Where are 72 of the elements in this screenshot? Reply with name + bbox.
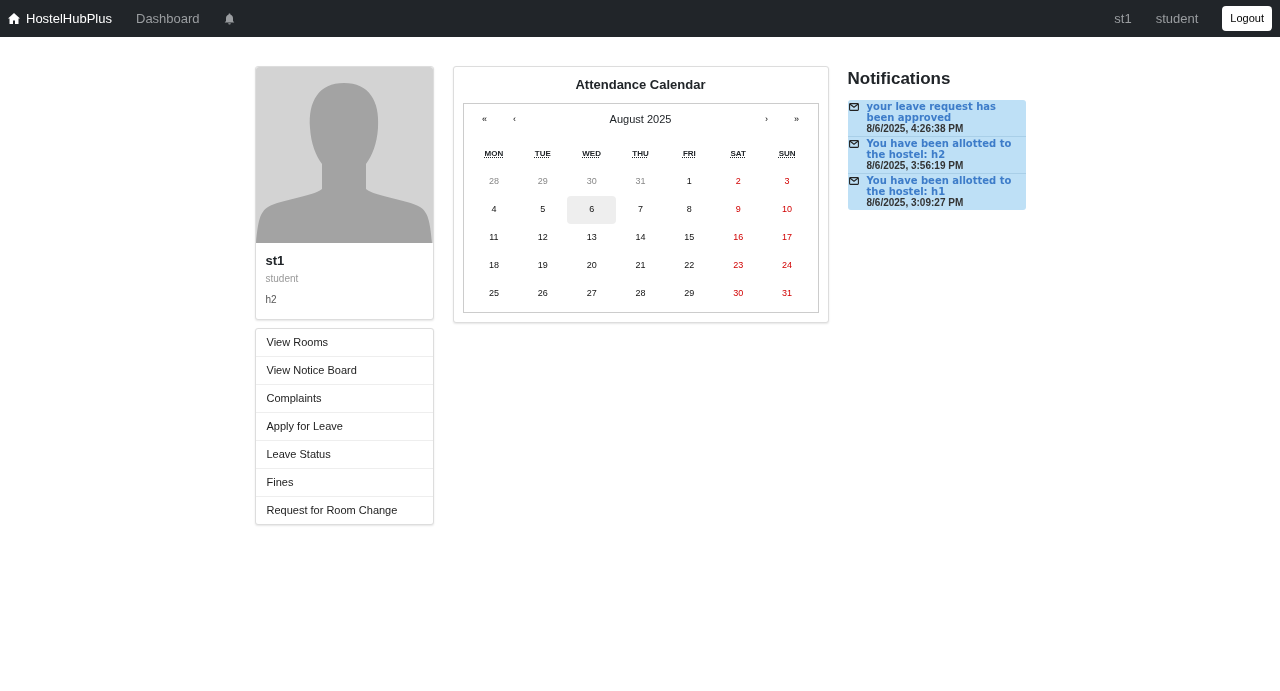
notifications-title: Notifications: [847, 68, 952, 90]
menu-item[interactable]: View Rooms: [255, 328, 433, 357]
day-cell[interactable]: 20: [567, 251, 617, 280]
day-cell[interactable]: 8: [664, 195, 714, 224]
day-cell[interactable]: 24: [762, 251, 812, 280]
day-cell[interactable]: 19: [518, 251, 568, 280]
bell-icon[interactable]: [223, 12, 235, 25]
house-icon: [8, 13, 20, 24]
menu-item[interactable]: Request for Room Change: [255, 496, 433, 524]
day-cell[interactable]: 31: [616, 167, 665, 196]
day-cell[interactable]: 27: [567, 279, 617, 308]
nav-button[interactable]: «: [469, 109, 500, 130]
menu-item[interactable]: Complaints: [255, 384, 433, 413]
day-cell[interactable]: 28: [616, 279, 665, 308]
day-cell[interactable]: 30: [713, 279, 763, 308]
day-cell[interactable]: 1: [664, 167, 714, 196]
profile-name: st1: [265, 252, 286, 270]
day-cell[interactable]: 25: [469, 279, 519, 308]
day-cell[interactable]: 13: [567, 223, 617, 252]
day-cell[interactable]: 16: [713, 223, 763, 252]
day-cell[interactable]: 28: [469, 167, 519, 196]
dashboard-link[interactable]: Dashboard: [136, 8, 200, 29]
weekday-label: TUE: [533, 147, 552, 160]
brand-link[interactable]: HostelHubPlus: [8, 8, 112, 29]
day-cell[interactable]: 22: [664, 251, 714, 280]
day-cell[interactable]: 7: [616, 195, 665, 224]
weekday-label: THU: [631, 147, 650, 160]
day-cell[interactable]: 3: [762, 167, 812, 196]
day-cell[interactable]: 26: [518, 279, 568, 308]
day-cell[interactable]: 23: [713, 251, 763, 280]
weekday-label: MON: [483, 147, 505, 160]
day-cell[interactable]: 4: [469, 195, 519, 224]
weekday-label: SUN: [777, 147, 797, 160]
day-cell[interactable]: 11: [469, 223, 519, 252]
day-cell[interactable]: 31: [762, 279, 812, 308]
nav-button[interactable]: ‹: [499, 109, 530, 130]
day-cell[interactable]: 18: [469, 251, 519, 280]
day-cell[interactable]: 6: [567, 195, 617, 224]
month-label: August 2025: [608, 112, 673, 128]
weekday-label: SAT: [729, 147, 747, 160]
weekday-label: WED: [581, 147, 602, 160]
notification-time: 8/6/2025, 3:09:27 PM: [866, 196, 965, 209]
day-cell[interactable]: 12: [518, 223, 568, 252]
menu-item[interactable]: View Notice Board: [255, 356, 433, 385]
envelope-icon: [848, 176, 859, 185]
nav-button[interactable]: ›: [751, 109, 782, 130]
profile-hostel: h2: [265, 292, 278, 307]
day-cell[interactable]: 17: [762, 223, 812, 252]
day-cell[interactable]: 14: [616, 223, 665, 252]
menu-item[interactable]: Apply for Leave: [255, 412, 433, 441]
day-cell[interactable]: 21: [616, 251, 665, 280]
envelope-icon: [848, 139, 859, 148]
user-role: student: [1155, 9, 1199, 28]
menu-item[interactable]: Leave Status: [255, 440, 433, 469]
notification-time: 8/6/2025, 3:56:19 PM: [866, 159, 965, 172]
weekday-label: FRI: [681, 147, 697, 160]
day-cell[interactable]: 15: [664, 223, 714, 252]
day-cell[interactable]: 9: [713, 195, 763, 224]
calendar-title: Attendance Calendar: [574, 76, 707, 94]
menu-item[interactable]: Fines: [255, 468, 433, 497]
day-cell[interactable]: 29: [518, 167, 568, 196]
username: st1: [1114, 9, 1132, 28]
day-cell[interactable]: 2: [713, 167, 763, 196]
day-cell[interactable]: 30: [567, 167, 617, 196]
notification-time: 8/6/2025, 4:26:38 PM: [866, 122, 965, 135]
day-cell[interactable]: 10: [762, 195, 812, 224]
nav-button[interactable]: »: [781, 109, 812, 130]
logout-button[interactable]: Logout: [1222, 6, 1272, 31]
day-cell[interactable]: 29: [664, 279, 714, 308]
day-cell[interactable]: 5: [518, 195, 568, 224]
profile-role: student: [265, 271, 300, 286]
envelope-icon: [848, 102, 859, 111]
